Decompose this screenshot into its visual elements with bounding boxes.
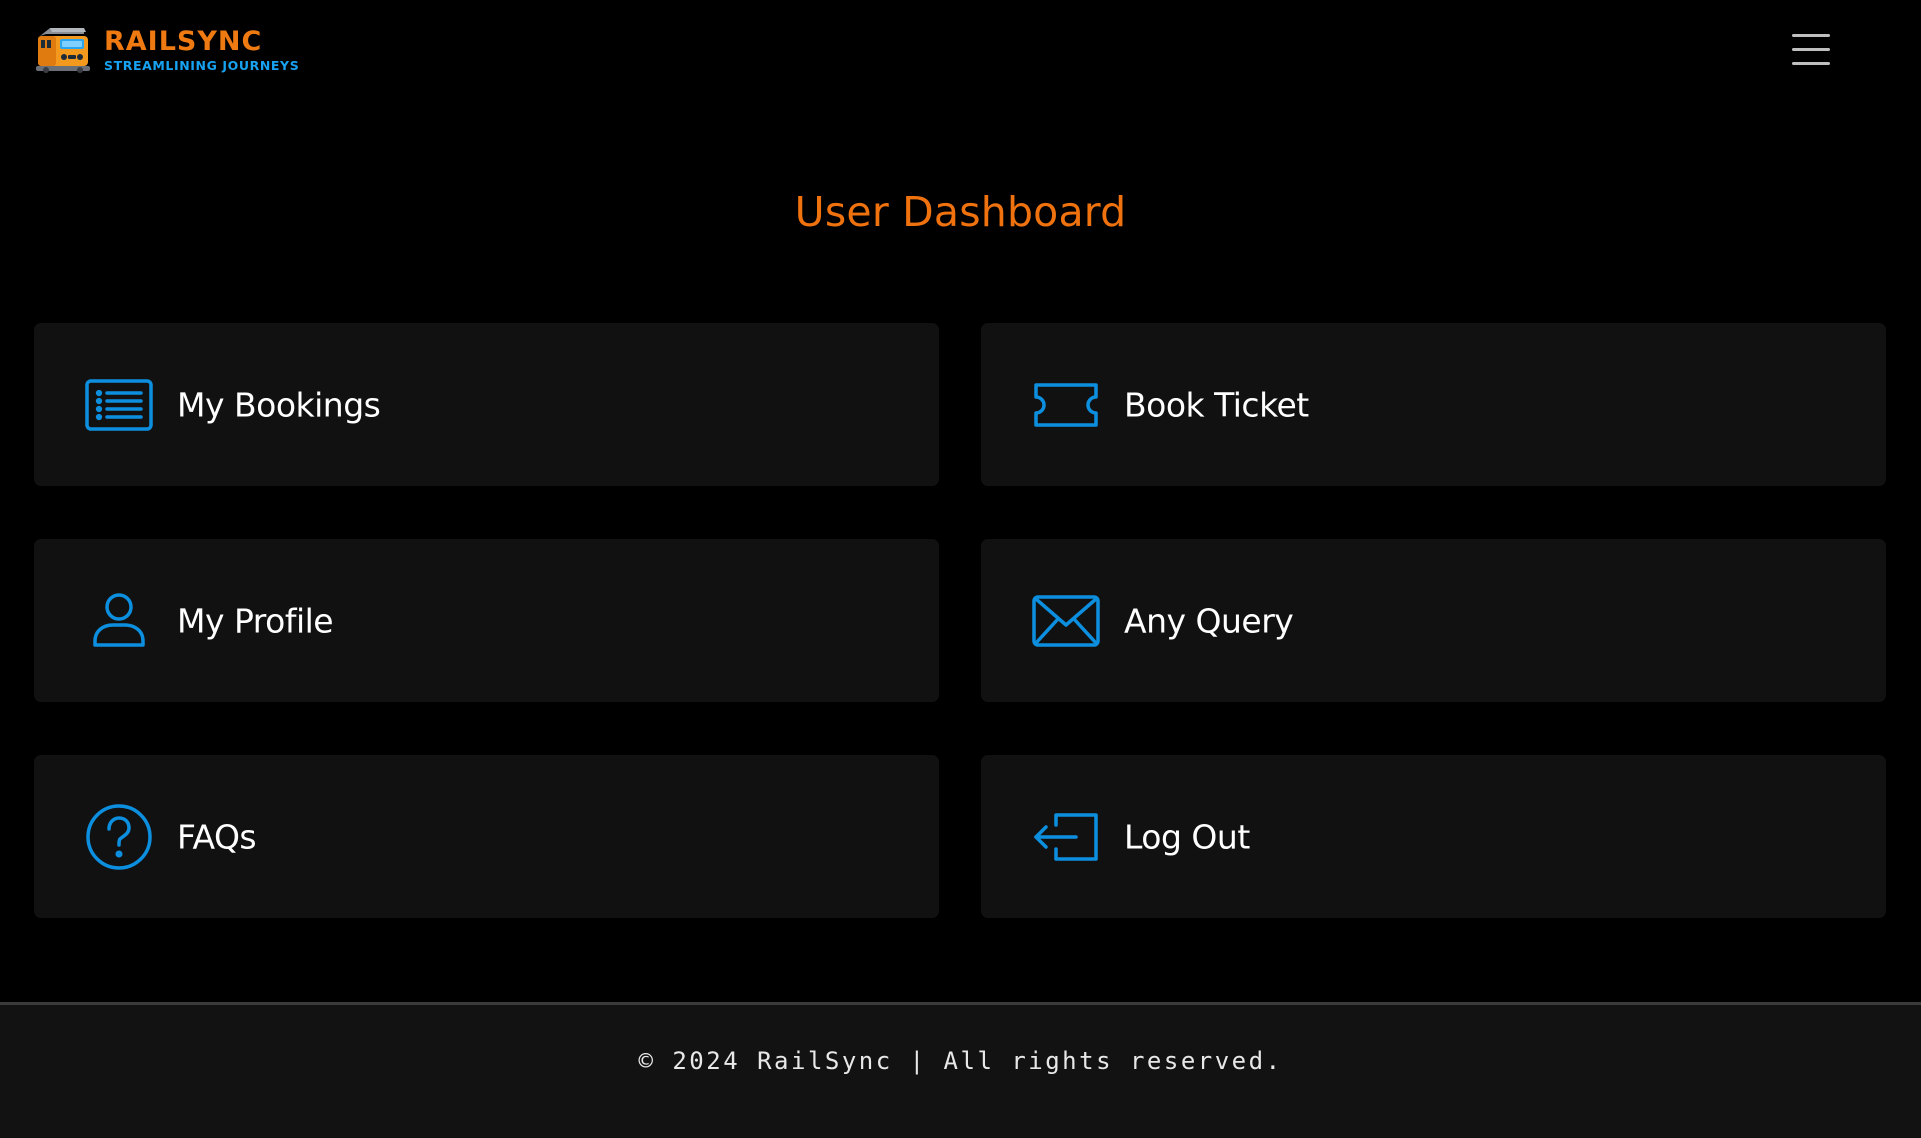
copyright-text: © 2024 RailSync | All rights reserved. — [638, 1047, 1283, 1075]
card-label: Book Ticket — [1124, 385, 1309, 424]
card-label: Any Query — [1124, 601, 1294, 640]
list-icon — [85, 371, 153, 439]
card-label: My Bookings — [177, 385, 381, 424]
question-circle-icon — [85, 803, 153, 871]
my-profile-card[interactable]: My Profile — [34, 539, 939, 702]
any-query-card[interactable]: Any Query — [981, 539, 1886, 702]
envelope-icon — [1032, 587, 1100, 655]
logout-icon — [1032, 803, 1100, 871]
brand-tagline: STREAMLINING JOURNEYS — [104, 57, 300, 73]
log-out-card[interactable]: Log Out — [981, 755, 1886, 918]
card-label: Log Out — [1124, 817, 1250, 856]
top-navbar: RAILSYNC STREAMLINING JOURNEYS — [0, 0, 1921, 100]
brand-logo[interactable]: RAILSYNC STREAMLINING JOURNEYS — [34, 22, 299, 78]
book-ticket-card[interactable]: Book Ticket — [981, 323, 1886, 486]
site-footer: © 2024 RailSync | All rights reserved. — [0, 1002, 1921, 1138]
brand-text: RAILSYNC STREAMLINING JOURNEYS — [104, 28, 299, 73]
user-dashboard-page: RAILSYNC STREAMLINING JOURNEYS User Dash… — [0, 0, 1921, 1138]
user-icon — [85, 587, 153, 655]
my-bookings-card[interactable]: My Bookings — [34, 323, 939, 486]
ticket-icon — [1032, 371, 1100, 439]
faqs-card[interactable]: FAQs — [34, 755, 939, 918]
card-label: FAQs — [177, 817, 257, 856]
train-icon — [36, 28, 90, 73]
hamburger-menu-icon[interactable] — [1790, 30, 1832, 70]
brand-name: RAILSYNC — [104, 25, 263, 57]
card-label: My Profile — [177, 601, 334, 640]
page-title: User Dashboard — [794, 188, 1127, 236]
